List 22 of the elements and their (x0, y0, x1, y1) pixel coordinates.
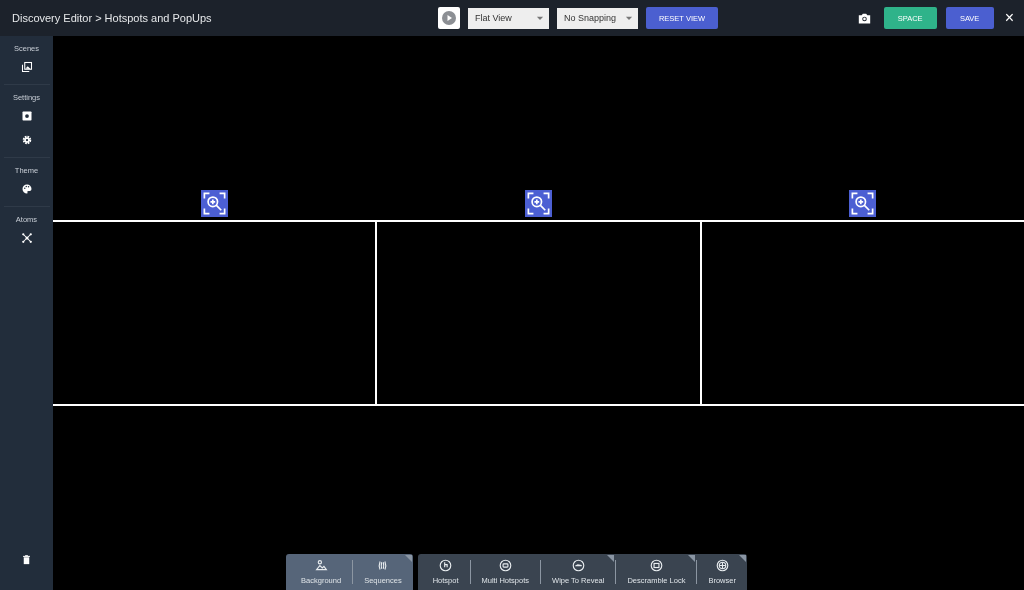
gallery-icon[interactable] (20, 61, 33, 73)
corner-triangle-icon (738, 555, 746, 562)
trash-icon[interactable] (21, 554, 32, 566)
preview-button[interactable] (438, 7, 460, 29)
view-select[interactable]: Flat View (468, 7, 549, 29)
wipe-icon (571, 559, 585, 572)
zoom-in-icon[interactable] (201, 190, 229, 217)
zoom-in-icon[interactable] (848, 190, 876, 217)
play-icon (441, 10, 457, 26)
frame-icon[interactable] (20, 110, 33, 122)
landscape-icon (314, 559, 328, 572)
close-button[interactable]: × (1002, 10, 1014, 26)
settings-icon[interactable] (20, 134, 33, 146)
multi-touch-icon (498, 559, 512, 572)
snapping-select[interactable]: No Snapping (557, 7, 638, 29)
corner-triangle-icon (404, 555, 412, 562)
palette-icon[interactable] (20, 183, 33, 195)
camera-icon[interactable] (857, 11, 871, 25)
breadcrumb: Discovery Editor > Hotspots and PopUps (11, 12, 213, 24)
globe-icon (715, 559, 729, 572)
touch-icon (439, 559, 453, 572)
network-icon[interactable] (20, 232, 33, 244)
